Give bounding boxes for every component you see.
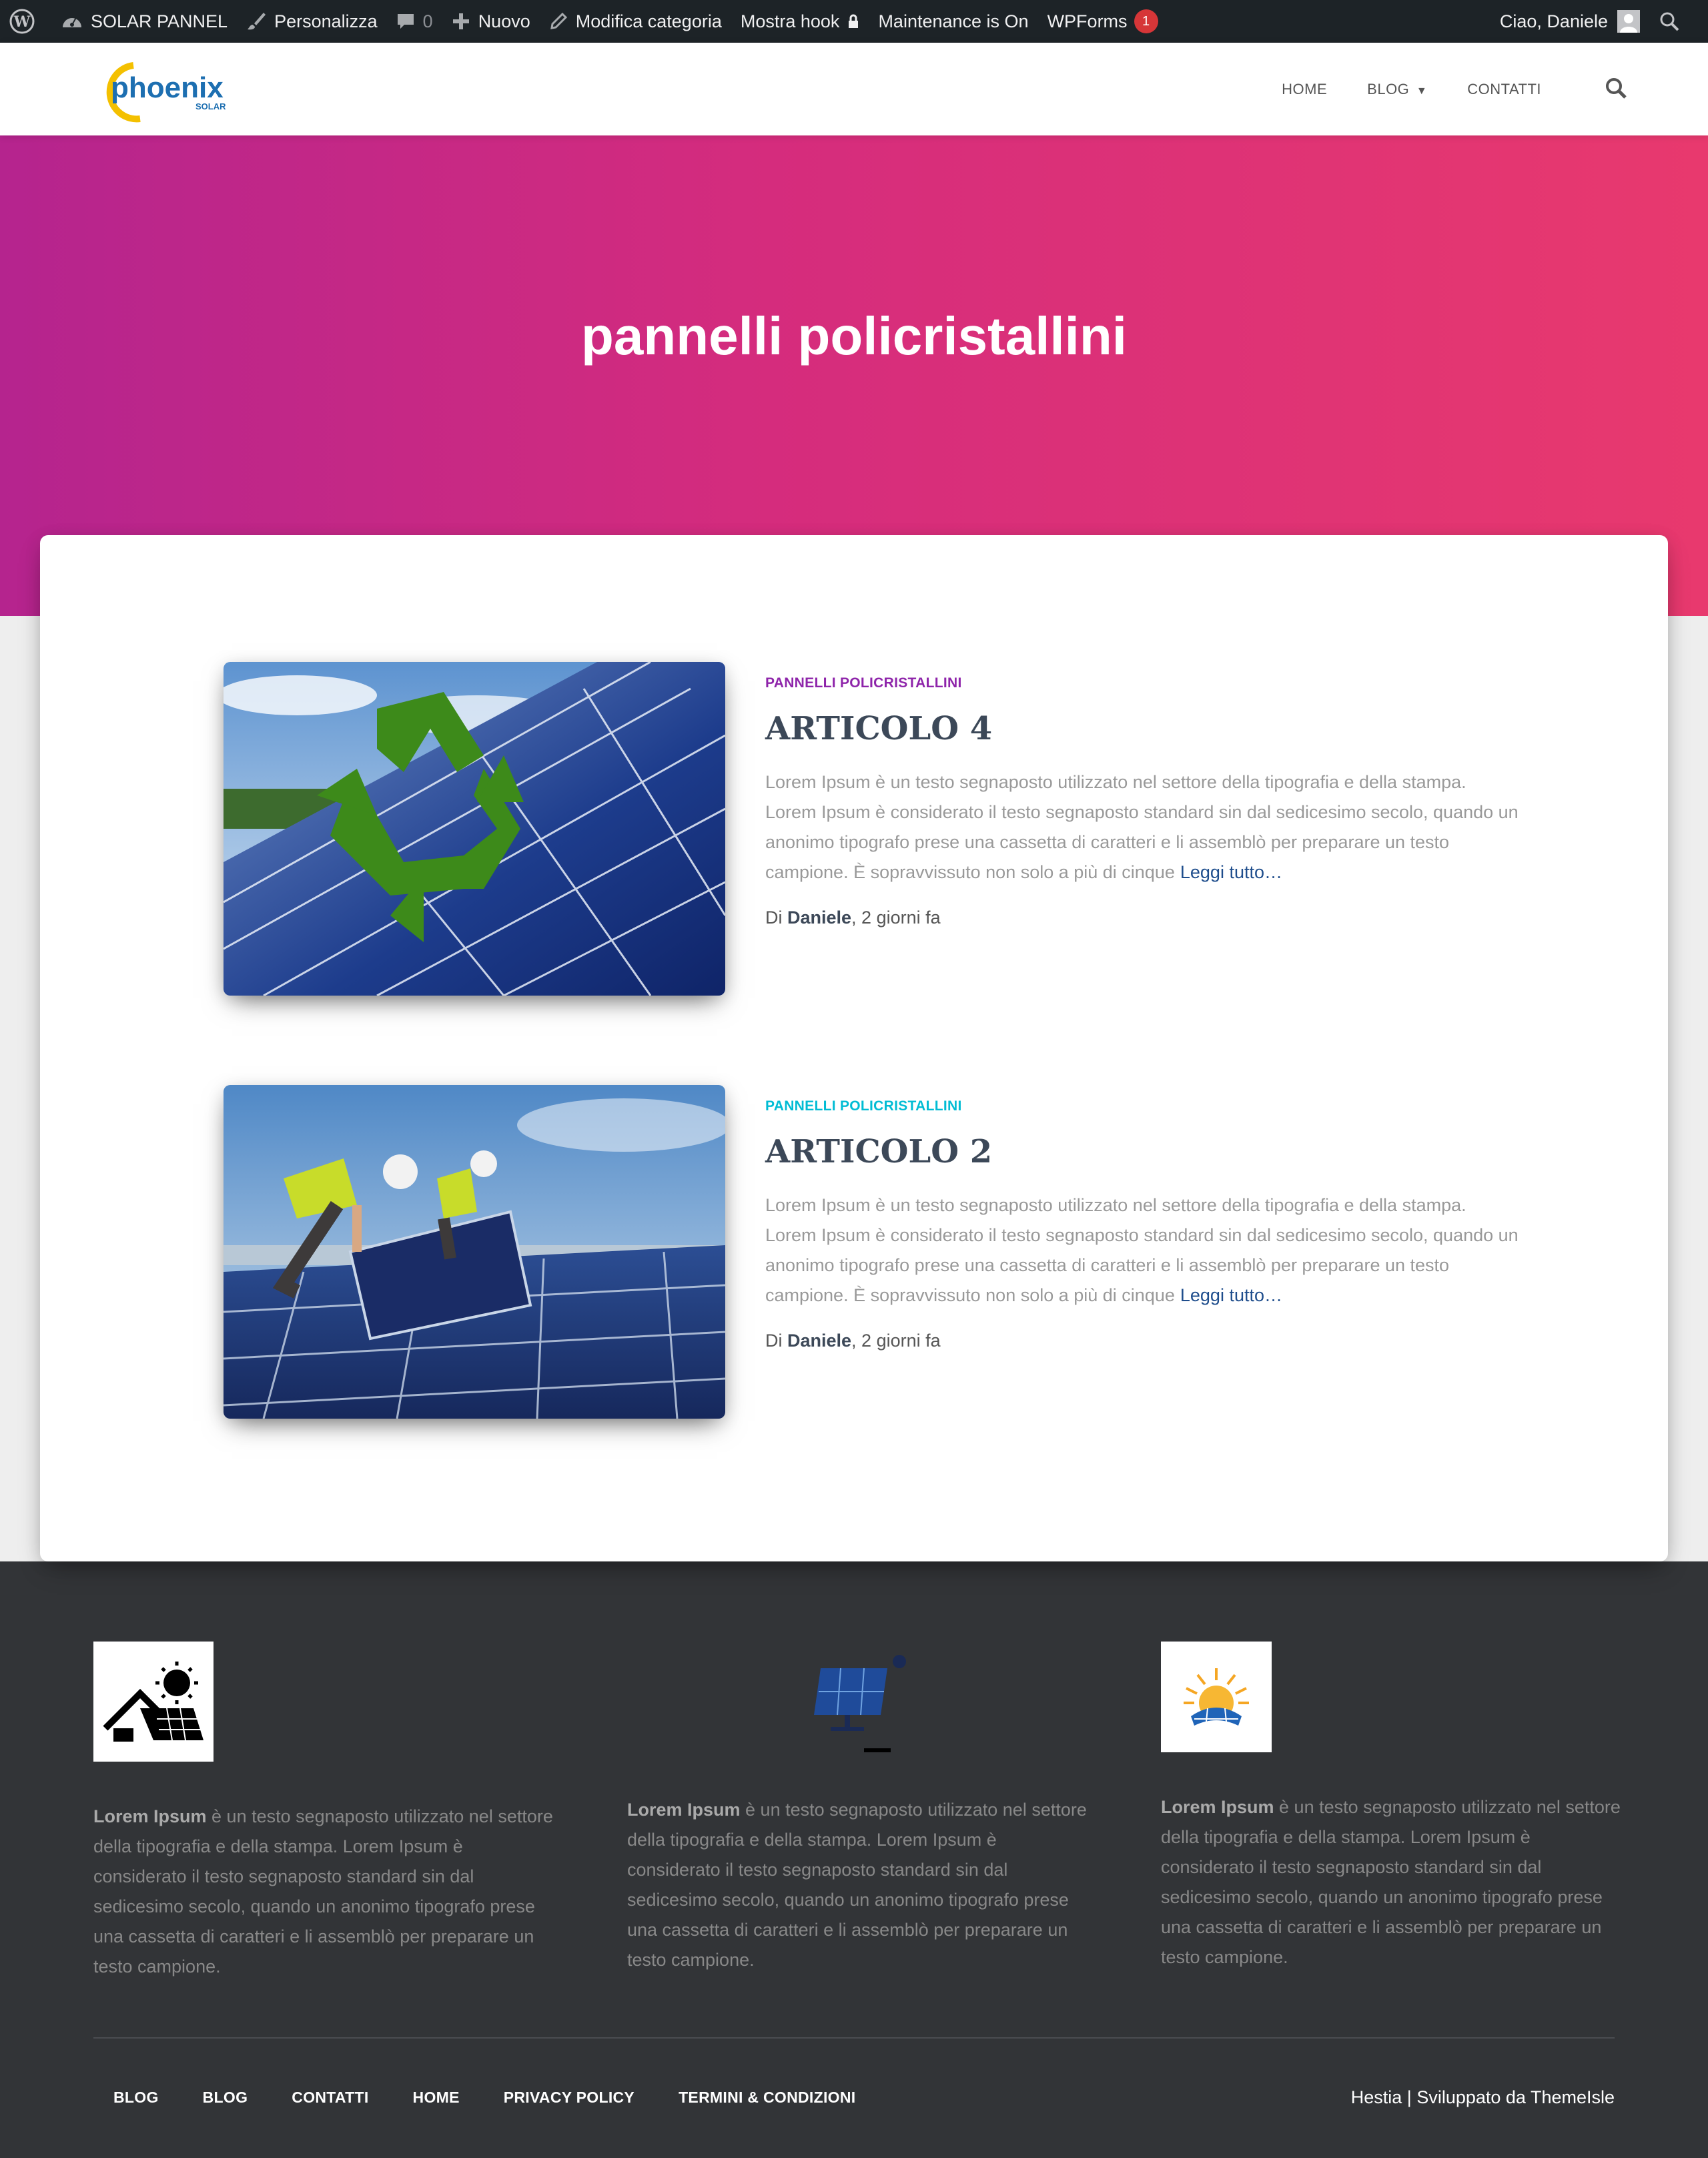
admin-account[interactable]: Ciao, Daniele <box>1490 0 1649 43</box>
post-item: PANNELLI POLICRISTALLINI ARTICOLO 2 Lore… <box>224 1085 1558 1419</box>
solar-panel-logo-image <box>627 1642 1094 1762</box>
site-logo[interactable]: phoenix SOLAR <box>92 55 239 125</box>
footer-link-contatti[interactable]: CONTATTI <box>292 2089 368 2107</box>
meta-prefix: Di <box>765 908 787 928</box>
footer-copyright: Hestia | Sviluppato da ThemeIsle <box>1350 2087 1615 2107</box>
admin-show-hook[interactable]: Mostra hook <box>731 0 869 43</box>
wordpress-logo-icon[interactable]: W <box>0 0 52 43</box>
show-hook-label: Mostra hook <box>740 11 840 31</box>
svg-text:phoenix: phoenix <box>111 71 224 104</box>
post-item: PANNELLI POLICRISTALLINI ARTICOLO 4 Lore… <box>224 662 1558 996</box>
post-body: PANNELLI POLICRISTALLINI ARTICOLO 2 Lore… <box>765 1098 1519 1351</box>
footer-text-body: è un testo segnaposto utilizzato nel set… <box>627 1800 1087 1970</box>
footer-widget: Lorem Ipsum è un testo segnaposto utiliz… <box>1161 1642 1628 1972</box>
post-author-link[interactable]: Daniele <box>787 908 851 928</box>
post-title[interactable]: ARTICOLO 2 <box>765 1133 1519 1170</box>
admin-bar: W SOLAR PANNEL Personalizza 0 Nuovo Modi… <box>0 0 1708 43</box>
new-label: Nuovo <box>478 11 530 31</box>
plus-icon <box>452 13 469 29</box>
maintenance-label: Maintenance is On <box>878 11 1029 31</box>
wpforms-count-badge: 1 <box>1134 9 1158 33</box>
nav-contatti[interactable]: CONTATTI <box>1467 81 1541 98</box>
footer-link-home[interactable]: HOME <box>413 2089 460 2107</box>
footer-divider <box>93 2037 1615 2039</box>
post-excerpt: Lorem Ipsum è un testo segnaposto utiliz… <box>765 767 1519 887</box>
dashboard-icon <box>63 17 81 27</box>
caret-down-icon: ▼ <box>1416 85 1428 97</box>
edit-category-label: Modifica categoria <box>575 11 722 31</box>
post-author-link[interactable]: Daniele <box>787 1331 851 1351</box>
footer-link-privacy[interactable]: PRIVACY POLICY <box>504 2089 634 2107</box>
customize-label: Personalizza <box>274 11 378 31</box>
svg-text:SOLAR: SOLAR <box>195 101 226 111</box>
admin-maintenance[interactable]: Maintenance is On <box>869 0 1037 43</box>
brush-icon <box>248 13 266 30</box>
admin-site-name[interactable]: SOLAR PANNEL <box>52 0 237 43</box>
post-thumbnail[interactable] <box>224 1085 725 1419</box>
read-more-link[interactable]: Leggi tutto… <box>1180 862 1282 882</box>
admin-customize[interactable]: Personalizza <box>237 0 387 43</box>
footer-link-blog[interactable]: BLOG <box>113 2089 159 2107</box>
post-thumbnail[interactable] <box>224 662 725 996</box>
footer-widget: Lorem Ipsum è un testo segnaposto utiliz… <box>627 1642 1094 1975</box>
read-more-link[interactable]: Leggi tutto… <box>1180 1285 1282 1305</box>
nav-blog[interactable]: BLOG ▼ <box>1367 81 1427 98</box>
post-excerpt-text: Lorem Ipsum è un testo segnaposto utiliz… <box>765 772 1519 882</box>
footer-link-blog[interactable]: BLOG <box>203 2089 248 2107</box>
nav-blog-label: BLOG <box>1367 80 1410 97</box>
post-meta: Di Daniele, 2 giorni fa <box>765 908 1519 928</box>
footer-widget: Lorem Ipsum è un testo segnaposto utiliz… <box>93 1642 560 1982</box>
post-body: PANNELLI POLICRISTALLINI ARTICOLO 4 Lore… <box>765 675 1519 928</box>
footer-text-bold: Lorem Ipsum <box>627 1800 741 1820</box>
footer-widget-text: Lorem Ipsum è un testo segnaposto utiliz… <box>1161 1792 1628 1972</box>
sun-panel-logo-image <box>1161 1642 1272 1752</box>
main-nav: HOME BLOG ▼ CONTATTI <box>1242 43 1541 135</box>
search-icon[interactable] <box>1604 76 1628 103</box>
footer-text-bold: Lorem Ipsum <box>93 1806 207 1826</box>
post-date: , 2 giorni fa <box>851 1331 941 1351</box>
footer-text-body: è un testo segnaposto utilizzato nel set… <box>93 1806 553 1976</box>
page-title: pannelli policristallini <box>581 306 1127 366</box>
comment-icon <box>397 14 414 29</box>
nav-home[interactable]: HOME <box>1282 81 1327 98</box>
admin-edit-category[interactable]: Modifica categoria <box>540 0 731 43</box>
post-excerpt: Lorem Ipsum è un testo segnaposto utiliz… <box>765 1190 1519 1311</box>
post-meta: Di Daniele, 2 giorni fa <box>765 1331 1519 1351</box>
footer-link-terms[interactable]: TERMINI & CONDIZIONI <box>679 2089 855 2107</box>
lock-icon <box>849 14 859 28</box>
footer-widget-text: Lorem Ipsum è un testo segnaposto utiliz… <box>627 1795 1094 1975</box>
comments-count: 0 <box>422 11 433 31</box>
footer-text-bold: Lorem Ipsum <box>1161 1797 1274 1817</box>
admin-new[interactable]: Nuovo <box>442 0 540 43</box>
post-date: , 2 giorni fa <box>851 908 941 928</box>
pencil-icon <box>550 12 567 29</box>
admin-comments[interactable]: 0 <box>387 0 442 43</box>
footer-text-body: è un testo segnaposto utilizzato nel set… <box>1161 1797 1621 1967</box>
avatar <box>1617 10 1640 33</box>
site-header: phoenix SOLAR HOME BLOG ▼ CONTATTI <box>0 43 1708 135</box>
svg-text:W: W <box>13 13 31 31</box>
footer-menu: BLOG BLOG CONTATTI HOME PRIVACY POLICY T… <box>113 2089 899 2107</box>
solar-roof-image <box>93 1642 214 1762</box>
post-title[interactable]: ARTICOLO 4 <box>765 710 1519 747</box>
meta-prefix: Di <box>765 1331 787 1351</box>
greeting-label: Ciao, Daniele <box>1499 11 1608 31</box>
post-category-link[interactable]: PANNELLI POLICRISTALLINI <box>765 1098 1519 1114</box>
admin-search-icon[interactable] <box>1649 0 1708 43</box>
site-footer: Lorem Ipsum è un testo segnaposto utiliz… <box>0 1561 1708 2158</box>
post-excerpt-text: Lorem Ipsum è un testo segnaposto utiliz… <box>765 1195 1519 1305</box>
site-name-label: SOLAR PANNEL <box>91 11 228 31</box>
admin-wpforms[interactable]: WPForms 1 <box>1038 0 1168 43</box>
wpforms-label: WPForms <box>1047 11 1128 31</box>
post-category-link[interactable]: PANNELLI POLICRISTALLINI <box>765 675 1519 691</box>
main-content-card: PANNELLI POLICRISTALLINI ARTICOLO 4 Lore… <box>40 535 1668 1561</box>
footer-widget-text: Lorem Ipsum è un testo segnaposto utiliz… <box>93 1802 560 1982</box>
